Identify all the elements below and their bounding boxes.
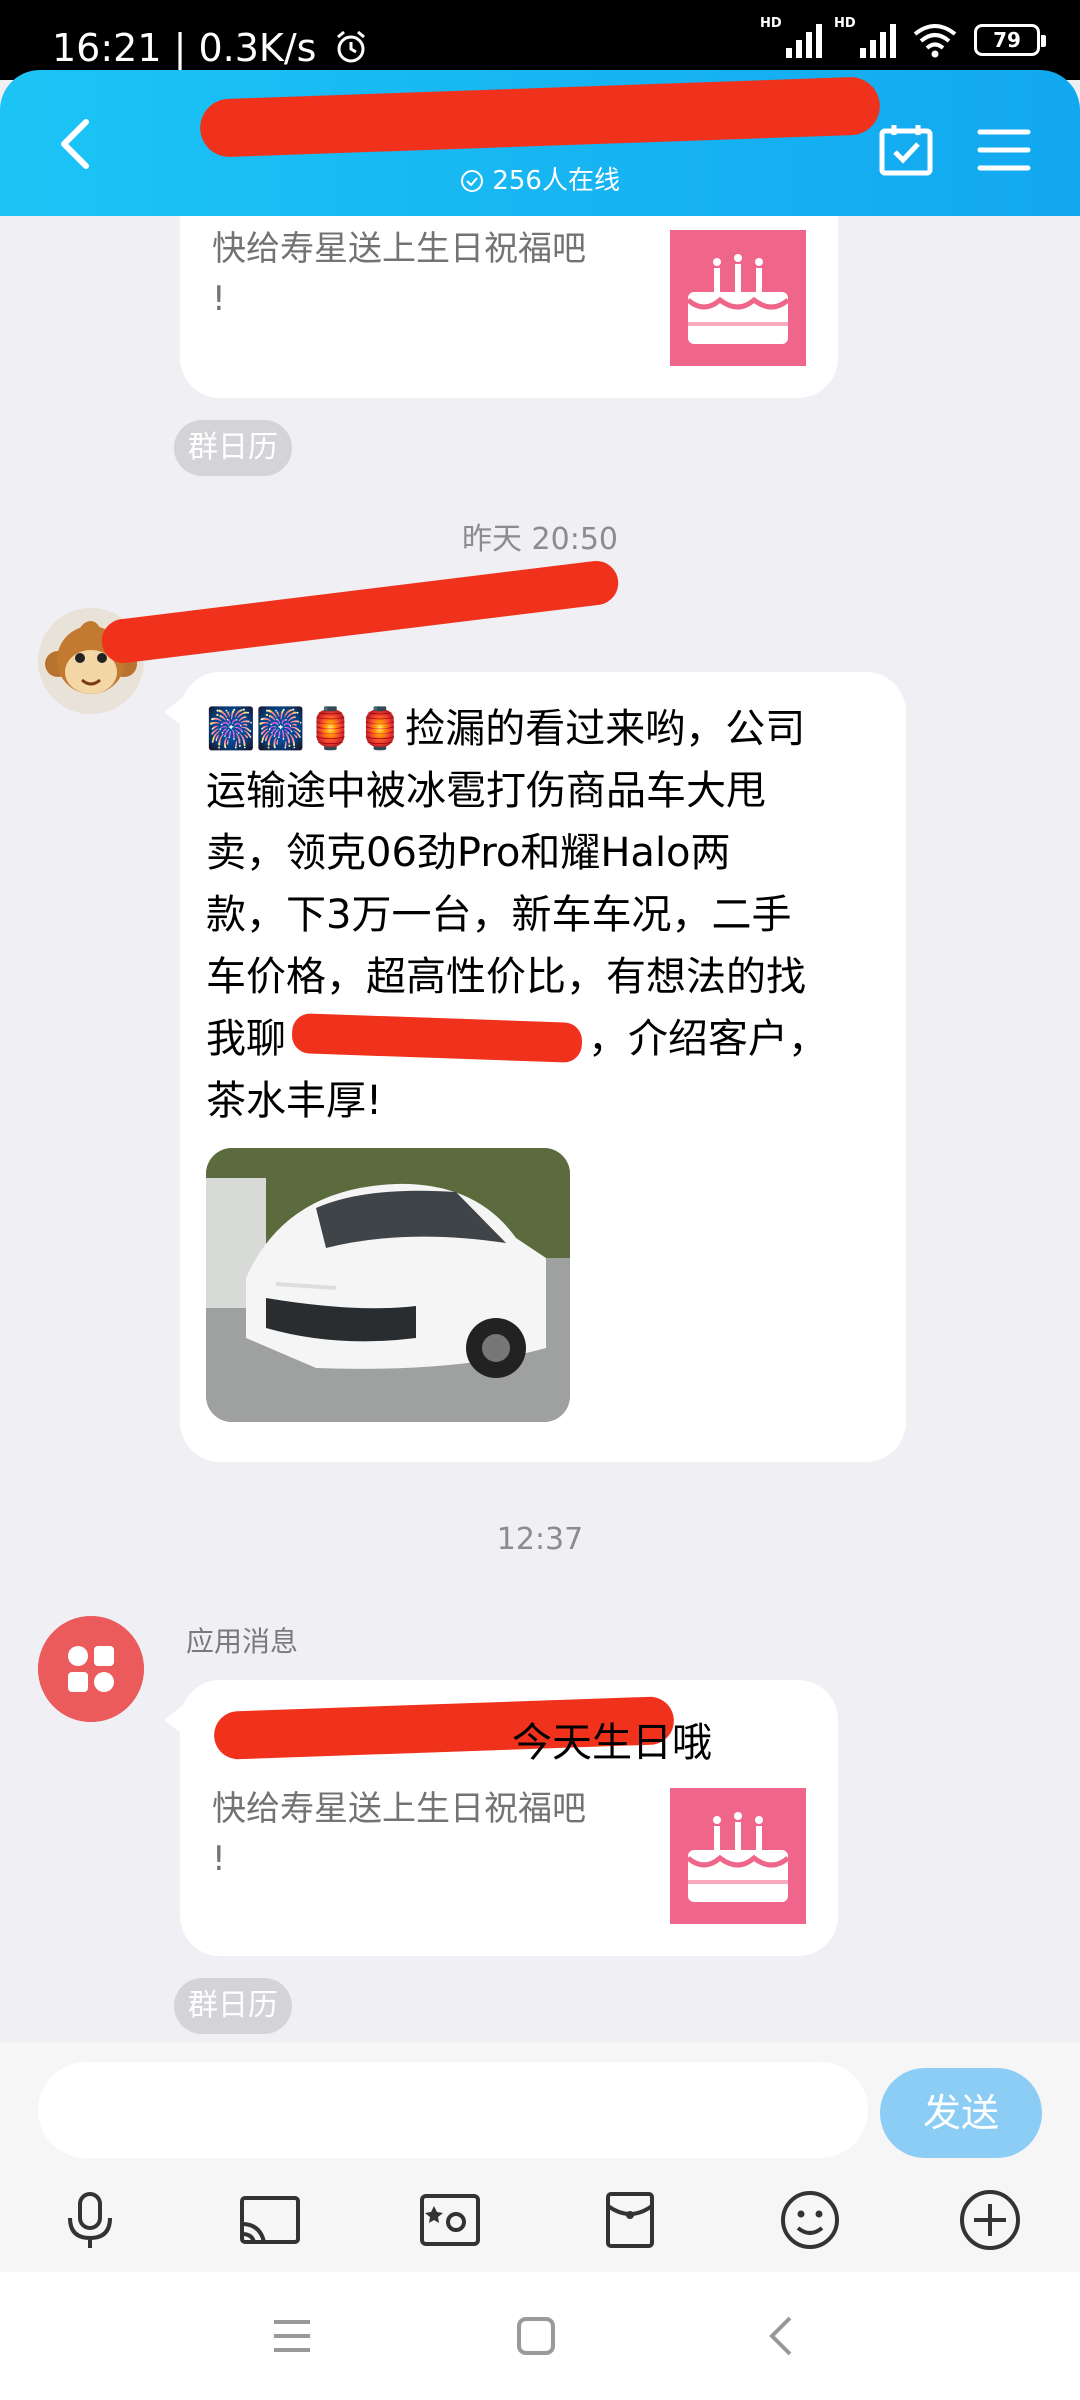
message-line-phone: 我聊 ，介绍客户， xyxy=(206,1008,886,1070)
status-time-text: 16:21 | 0.3K/s xyxy=(52,26,317,70)
alarm-icon xyxy=(336,30,365,63)
card-description: 快给寿星送上生日祝福吧 ! xyxy=(212,1784,652,1884)
card-title-tail: 今天生日哦 xyxy=(512,1720,712,1766)
signal-icon: HD xyxy=(760,16,822,58)
status-icons: HD HD 79 xyxy=(760,16,1046,58)
emoji-icon[interactable] xyxy=(778,2188,842,2252)
card-desc-line2: ! xyxy=(212,1839,226,1879)
card-description: 快给寿星送上生日祝福吧 ! xyxy=(212,224,652,324)
microphone-icon[interactable] xyxy=(58,2188,122,2252)
recent-apps-icon[interactable] xyxy=(266,2310,318,2362)
car-photo[interactable] xyxy=(206,1148,570,1422)
menu-icon[interactable] xyxy=(976,122,1032,178)
message-line: 茶水丰厚! xyxy=(206,1078,383,1124)
photo-icon[interactable] xyxy=(418,2188,482,2252)
timestamp: 昨天 20:50 xyxy=(462,522,618,557)
birthday-cake-icon xyxy=(670,1788,806,1924)
check-circle-icon xyxy=(461,170,484,192)
card-desc-line1: 快给寿星送上生日祝福吧 xyxy=(212,229,586,269)
message-line: 运输途中被冰雹打伤商品车大甩 xyxy=(206,768,766,814)
card-desc-line1: 快给寿星送上生日祝福吧 xyxy=(212,1789,586,1829)
birthday-card[interactable]: 今天生日哦 快给寿星送上生日祝福吧 ! xyxy=(164,1680,838,1956)
message-line: 我聊 xyxy=(206,1016,286,1062)
message-line: 卖，领克06劲Pro和耀Halo两 xyxy=(206,830,731,876)
home-icon[interactable] xyxy=(510,2310,562,2362)
status-bar: 16:21 | 0.3K/s HD HD 79 xyxy=(0,0,1080,80)
app-avatar[interactable] xyxy=(38,1616,144,1722)
message-line: 🎆🎆🏮🏮捡漏的看过来哟，公司 xyxy=(206,706,806,752)
input-area: 发送 xyxy=(0,2042,1080,2272)
card-desc-line2: ! xyxy=(212,279,226,319)
app-sender-name: 应用消息 xyxy=(186,1625,299,1658)
clover-app-icon xyxy=(38,1616,144,1722)
system-nav-bar xyxy=(0,2272,1080,2400)
send-button[interactable]: 发送 xyxy=(880,2068,1042,2158)
car-sale-message[interactable]: 🎆🎆🏮🏮捡漏的看过来哟，公司 运输途中被冰雹打伤商品车大甩 卖，领克06劲Pro… xyxy=(164,672,906,1462)
group-calendar-chip[interactable]: 群日历 xyxy=(174,420,292,476)
timestamp: 12:37 xyxy=(496,1522,584,1557)
plus-icon[interactable] xyxy=(958,2188,1022,2252)
sender-name-redacted xyxy=(99,558,621,666)
status-time-speed: 16:21 | 0.3K/s xyxy=(52,26,369,70)
chat-header: 256人在线 xyxy=(0,70,1080,216)
red-packet-icon[interactable] xyxy=(598,2188,662,2252)
message-input[interactable] xyxy=(38,2062,868,2158)
battery-level: 79 xyxy=(993,28,1021,52)
wifi-icon xyxy=(913,24,957,58)
phone-link-redacted[interactable] xyxy=(291,1012,583,1064)
message-text: 🎆🎆🏮🏮捡漏的看过来哟，公司 运输途中被冰雹打伤商品车大甩 卖，领克06劲Pro… xyxy=(206,698,886,1132)
message-line: 车价格，超高性价比，有想法的找 xyxy=(206,954,806,1000)
battery-icon: 79 xyxy=(974,24,1046,56)
calendar-check-icon[interactable] xyxy=(878,122,934,178)
back-nav-icon[interactable] xyxy=(756,2310,808,2362)
signal-icon-2: HD xyxy=(834,16,896,58)
birthday-card-top[interactable]: 快给寿星送上生日祝福吧 ! xyxy=(180,216,838,398)
group-calendar-chip[interactable]: 群日历 xyxy=(174,1978,292,2034)
message-line: 款，下3万一台，新车车况，二手 xyxy=(206,892,792,938)
birthday-cake-icon xyxy=(670,230,806,366)
cast-icon[interactable] xyxy=(238,2188,302,2252)
message-line-tail: ，介绍客户， xyxy=(588,1016,828,1062)
online-count-text: 256人在线 xyxy=(492,166,620,196)
group-title-redacted[interactable] xyxy=(199,76,881,158)
